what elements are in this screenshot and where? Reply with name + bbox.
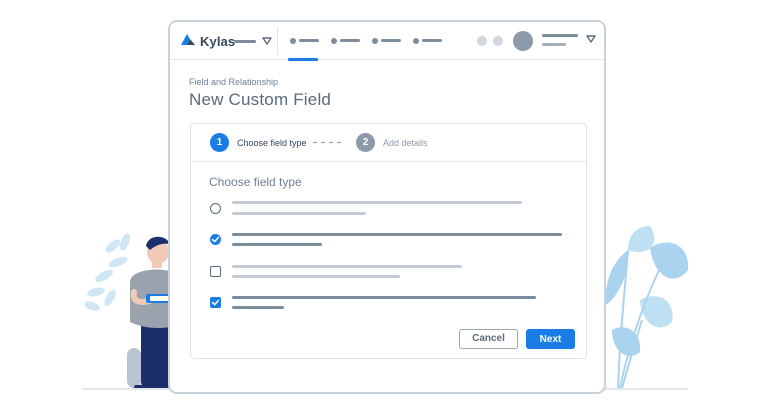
user-role-line [542,43,566,46]
page-title: New Custom Field [189,90,332,109]
option-title-line [232,233,562,236]
workspace-switcher-label[interactable] [234,40,256,43]
notification-icon[interactable] [477,36,487,46]
active-nav-indicator [288,58,318,61]
radio-button-selected[interactable] [210,234,221,245]
help-icon[interactable] [493,36,503,46]
step-1-number[interactable]: 1 [210,133,229,152]
option-title-line [232,296,536,299]
custom-field-wizard: 1 Choose field type 2 Add details Choose… [190,123,587,359]
step-2-label[interactable]: Add details [383,138,428,148]
option-desc-line [232,306,284,309]
option-desc-line [232,243,322,246]
avatar[interactable] [513,31,533,51]
chevron-down-icon[interactable] [586,35,596,43]
logo[interactable]: Kylas [180,33,235,49]
next-button[interactable]: Next [526,329,575,349]
top-navbar: Kylas [170,22,604,61]
cancel-button[interactable]: Cancel [459,329,518,349]
step-1-label[interactable]: Choose field type [237,138,307,148]
chevron-down-icon[interactable] [262,37,272,45]
check-icon [211,236,220,243]
option-title-line [232,265,462,268]
kylas-logo-icon [180,32,196,51]
breadcrumb[interactable]: Field and Relationship [189,77,278,87]
option-desc-line [232,275,400,278]
wizard-stepper: 1 Choose field type 2 Add details [191,124,586,162]
checkbox[interactable] [210,266,221,277]
step-connector [313,142,345,143]
navbar-divider [277,27,278,55]
user-name-line [542,34,578,37]
step-2-number[interactable]: 2 [356,133,375,152]
check-icon [211,299,220,306]
app-name: Kylas [200,33,236,49]
app-window: Kylas Field and Relationship New Custom … [168,20,606,394]
option-desc-line [232,212,366,215]
checkbox-checked[interactable] [210,297,221,308]
radio-button[interactable] [210,203,221,214]
option-title-line [232,201,522,204]
section-title: Choose field type [209,175,302,189]
right-plant-illustration [605,226,689,389]
